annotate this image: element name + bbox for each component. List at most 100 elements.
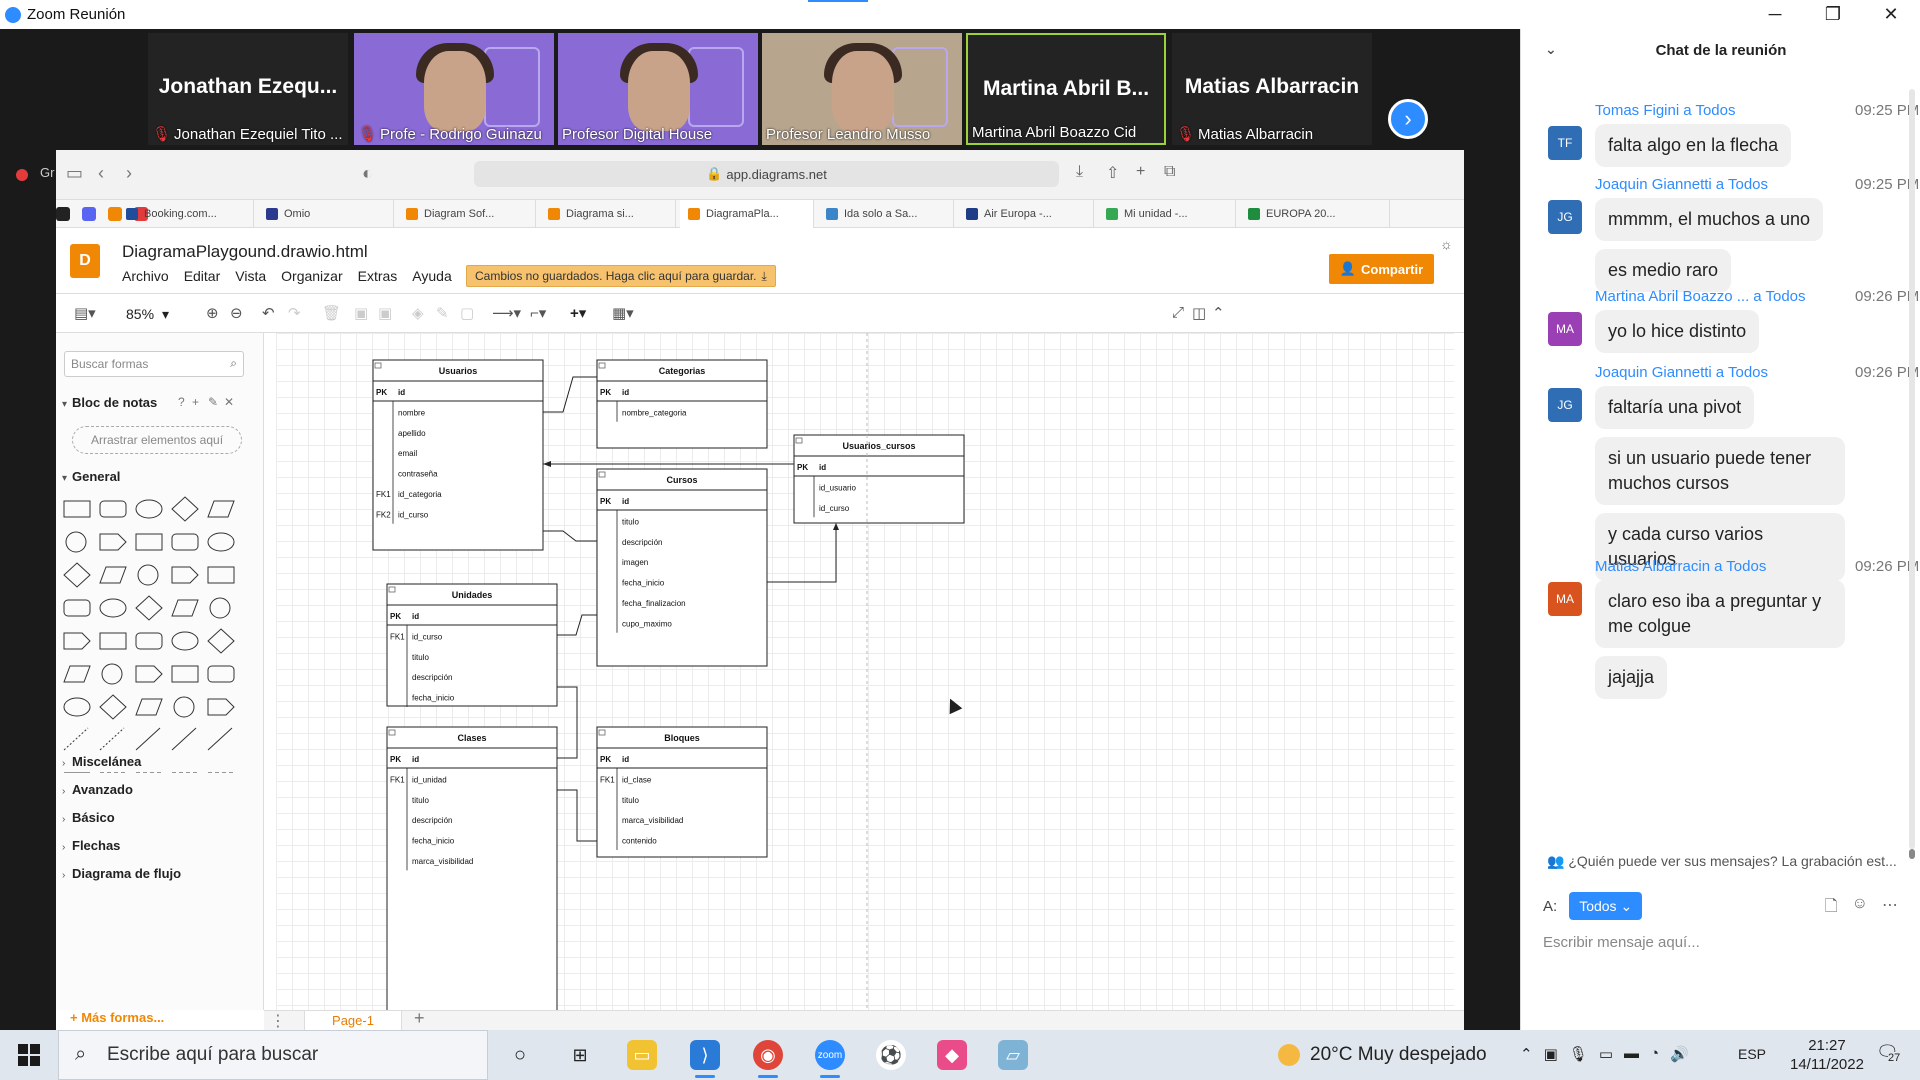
wifi-icon[interactable]: ◔ (1650, 1045, 1659, 1063)
new-tab-icon[interactable]: + (1136, 163, 1145, 181)
chevron-down-icon[interactable]: ⌄ (1545, 41, 1557, 58)
participant-tile[interactable]: 🎙 Profe - Rodrigo Guinazu (354, 33, 554, 145)
taskbar-search-input[interactable]: ⌕ Escribe aquí para buscar (58, 1030, 488, 1080)
er-table[interactable]: Cursos PK id titulo descripción imagen fecha_i… (596, 468, 768, 667)
colorful-app-icon[interactable]: ◆ (937, 1040, 967, 1070)
drop-zone[interactable]: Arrastrar elementos aquí (72, 426, 242, 454)
file-icon[interactable]: 🗋 (1825, 895, 1838, 922)
delete-icon[interactable]: 🗑 (322, 304, 341, 322)
battery-icon[interactable]: ▬ (1624, 1045, 1639, 1063)
collapse-icon[interactable]: ⌃ (1212, 304, 1225, 322)
recipient-select[interactable]: Todos ⌄ (1569, 892, 1643, 920)
participant-tile[interactable]: Matias Albarracin 🎙 Matias Albarracin (1172, 33, 1372, 145)
search-shapes-input[interactable]: Buscar formas ⌕ (64, 351, 244, 377)
participant-tile[interactable]: Profesor Digital House (558, 33, 758, 145)
unsaved-changes-button[interactable]: Cambios no guardados. Haga clic aquí par… (466, 265, 776, 287)
misc-section-header[interactable]: › Miscelánea (62, 754, 141, 769)
to-front-icon[interactable]: ▣ (354, 304, 368, 322)
shadow-icon[interactable]: ▢ (460, 304, 474, 322)
address-bar[interactable]: 🔒 app.diagrams.net (474, 161, 1059, 187)
file-explorer-icon[interactable]: ▭ (627, 1040, 657, 1070)
add-icon[interactable]: + (192, 395, 199, 409)
more-shapes-button[interactable]: + Más formas... (56, 1010, 264, 1030)
tabs-overview-icon[interactable]: ⧉ (1164, 163, 1175, 181)
relationship-line[interactable] (557, 614, 597, 636)
menu-item[interactable]: Ayuda (412, 268, 451, 284)
line-color-icon[interactable]: ✎ (436, 304, 449, 322)
participant-tile[interactable]: Profesor Leandro Musso (762, 33, 962, 145)
waypoints-icon[interactable]: ⌐▾ (530, 304, 546, 322)
theme-icon[interactable]: ☼ (1440, 236, 1453, 252)
er-table[interactable]: Categorias PK id nombre_categoria (596, 359, 768, 449)
relationship-line[interactable] (543, 376, 597, 413)
zoom-in-icon[interactable]: ⊕ (206, 304, 219, 322)
message-bubble[interactable]: si un usuario puede tener muchos cursos (1595, 437, 1845, 505)
message-bubble[interactable]: yo lo hice distinto (1595, 310, 1760, 353)
advanced-section-header[interactable]: › Avanzado (62, 782, 133, 797)
to-back-icon[interactable]: ▣ (378, 304, 392, 322)
message-bubble[interactable]: faltaría una pivot (1595, 386, 1755, 429)
generic-app-icon[interactable]: ▱ (998, 1040, 1028, 1070)
browser-tab[interactable]: Omio (258, 200, 394, 228)
er-table[interactable]: Bloques PK id FK1 id_clasetitulo marca_visibi… (596, 726, 768, 858)
football-app-icon[interactable]: ⚽ (876, 1040, 906, 1070)
message-bubble[interactable]: mmmm, el muchos a uno (1595, 198, 1824, 241)
menu-item[interactable]: Extras (358, 268, 398, 284)
language-indicator[interactable]: ESP (1738, 1046, 1766, 1062)
menu-item[interactable]: Archivo (122, 268, 169, 284)
search-icon[interactable]: ⌕ (230, 356, 237, 371)
format-toggle-icon[interactable]: ◫ (1192, 304, 1206, 322)
pages-menu-icon[interactable]: ⋮ (270, 1011, 286, 1031)
message-bubble[interactable]: es medio raro (1595, 249, 1732, 292)
general-shapes-palette[interactable] (60, 493, 250, 773)
arrows-section-header[interactable]: › Flechas (62, 838, 120, 853)
message-bubble[interactable]: claro eso iba a preguntar y me colgue (1595, 580, 1845, 648)
browser-tab[interactable]: Air Europa -... (958, 200, 1094, 228)
chevron-up-icon[interactable]: ⌃ (1520, 1045, 1533, 1063)
chat-message-input[interactable]: Escribir mensaje aquí... (1543, 934, 1700, 951)
browser-tab[interactable]: Ida solo a Sa... (818, 200, 954, 228)
fullscreen-icon[interactable]: ⤢ (1172, 304, 1184, 321)
cortana-icon[interactable]: ○ (505, 1040, 535, 1070)
er-table[interactable]: Unidades PK id FK1 id_cursotitulo descripción… (386, 583, 558, 707)
browser-tab[interactable]: Diagrama si... (540, 200, 676, 228)
relationship-line[interactable] (543, 530, 597, 542)
diagram-canvas[interactable]: Usuarios PK id nombre apellido email contraseñ… (276, 333, 1454, 1010)
message-bubble[interactable]: falta algo en la flecha (1595, 124, 1792, 167)
page-tab[interactable]: Page-1 (304, 1011, 402, 1031)
format-panel-icon[interactable]: ▤▾ (74, 304, 96, 322)
weather-widget[interactable]: 20°C Muy despejado (1278, 1044, 1487, 1066)
document-title[interactable]: DiagramaPlaygound.drawio.html (122, 242, 368, 262)
meeting-controls-handle[interactable] (808, 0, 868, 2)
fill-color-icon[interactable]: ◈ (412, 304, 424, 322)
er-table[interactable]: Usuarios_cursos PK id id_usuario id_curso (793, 434, 965, 524)
browser-tab[interactable]: Mi unidad -... (1098, 200, 1236, 228)
sender-name[interactable]: Tomas Figini (1595, 102, 1679, 119)
message-bubble[interactable]: jajajja (1595, 656, 1668, 699)
share-button[interactable]: 👤 Compartir (1329, 254, 1434, 284)
browser-tab[interactable]: Diagram Sof... (398, 200, 536, 228)
browser-tab[interactable]: EUROPA 20... (1240, 200, 1390, 228)
sidebar-toggle-icon[interactable]: ▭ (66, 163, 83, 184)
undo-icon[interactable]: ↶ (262, 304, 275, 322)
relationship-line[interactable] (557, 686, 578, 759)
help-icon[interactable]: ? (178, 395, 185, 409)
camera-icon[interactable]: ▣ (1544, 1045, 1558, 1063)
browser-tab[interactable]: DiagramaPla... (680, 200, 814, 228)
shield-icon[interactable]: ◐ (362, 163, 373, 184)
emoji-icon[interactable]: ☺ (1852, 895, 1868, 922)
participant-tile[interactable]: Jonathan Ezequ... 🎙 Jonathan Ezequiel Tito… (148, 33, 348, 145)
relationship-line[interactable] (767, 525, 837, 583)
basic-section-header[interactable]: › Básico (62, 810, 115, 825)
insert-icon[interactable]: +▾ (570, 304, 586, 322)
chrome-icon[interactable]: ◉ (753, 1040, 783, 1078)
add-page-icon[interactable]: + (414, 1008, 425, 1029)
edit-icon[interactable]: ✎ (208, 395, 218, 409)
next-page-arrow-icon[interactable]: › (1388, 99, 1428, 139)
zoom-app-icon[interactable]: zoom (815, 1040, 845, 1078)
menu-item[interactable]: Editar (184, 268, 221, 284)
task-view-icon[interactable]: ⊞ (565, 1040, 595, 1070)
zoom-select[interactable]: 85% ▾ (126, 302, 186, 326)
notes-section-header[interactable]: ▾ Bloc de notas (62, 395, 157, 410)
browser-tab[interactable]: Booking.com... (118, 200, 254, 228)
